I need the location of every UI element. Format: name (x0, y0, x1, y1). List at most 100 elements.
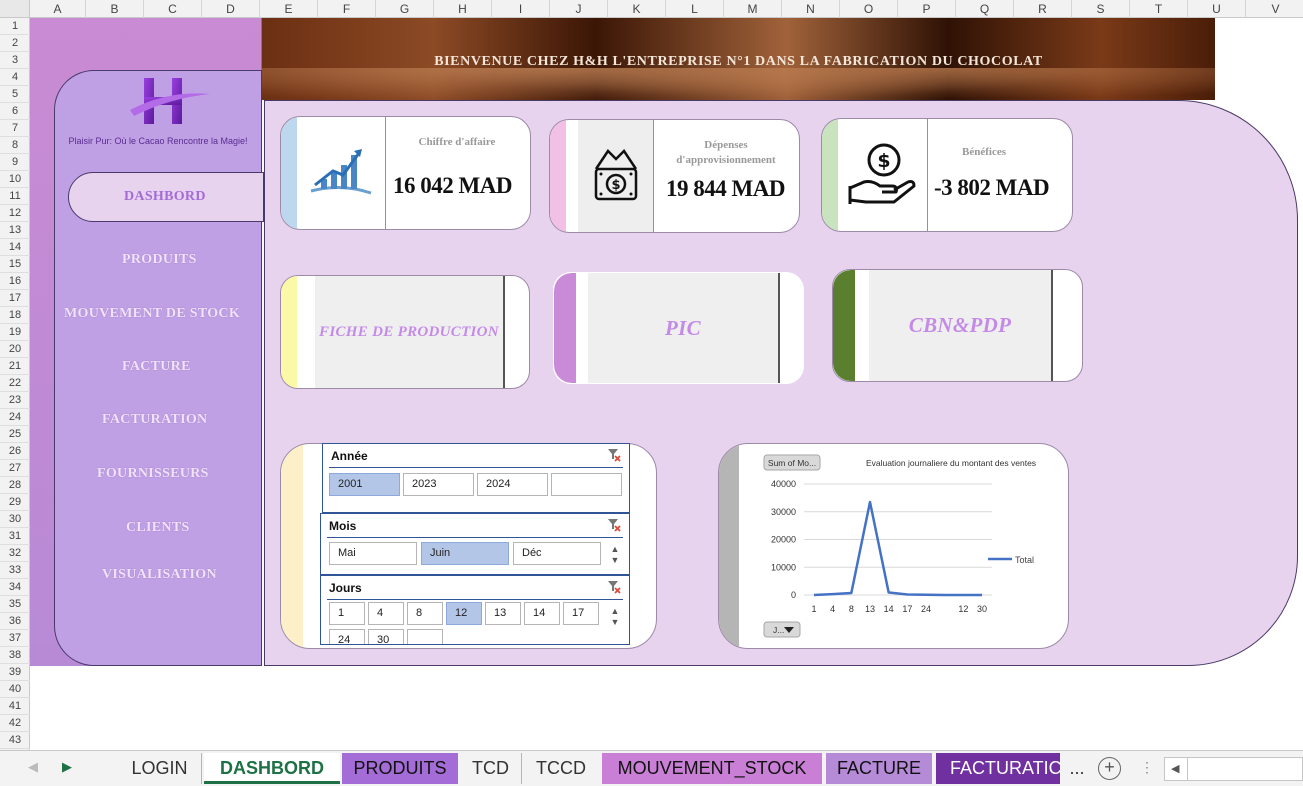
nav-dashbord[interactable]: DASHBORD (124, 189, 206, 205)
row-header[interactable]: 4 (0, 69, 30, 86)
row-header[interactable]: 34 (0, 579, 30, 596)
nav-clients[interactable]: CLIENTS (126, 520, 190, 536)
row-header[interactable]: 43 (0, 732, 30, 749)
slicer-item-day[interactable]: 1 (329, 602, 365, 625)
row-header[interactable]: 32 (0, 545, 30, 562)
row-header[interactable]: 38 (0, 647, 30, 664)
row-header[interactable]: 5 (0, 86, 30, 103)
horizontal-scrollbar[interactable]: ◀ (1164, 757, 1303, 781)
row-header[interactable]: 19 (0, 324, 30, 341)
row-header[interactable]: 12 (0, 205, 30, 222)
slicer-item-day[interactable] (407, 629, 443, 644)
clear-filter-icon[interactable] (607, 518, 621, 532)
select-all-corner[interactable] (0, 0, 30, 18)
column-header[interactable]: F (318, 0, 376, 18)
column-header[interactable]: J (550, 0, 608, 18)
tab-facture[interactable]: FACTURE (826, 753, 932, 784)
slicer-item-day[interactable]: 30 (368, 629, 404, 644)
tab-dashbord[interactable]: DASHBORD (204, 753, 340, 784)
row-header[interactable]: 18 (0, 307, 30, 324)
column-header[interactable]: I (492, 0, 550, 18)
more-tabs-button[interactable]: ... (1064, 753, 1090, 784)
slicer-item-day[interactable]: 13 (485, 602, 521, 625)
column-header[interactable]: V (1246, 0, 1303, 18)
row-header[interactable]: 39 (0, 664, 30, 681)
tab-mouvement-stock[interactable]: MOUVEMENT_STOCK (602, 753, 822, 784)
row-header[interactable]: 36 (0, 613, 30, 630)
clear-filter-icon[interactable] (607, 448, 621, 462)
nav-facture[interactable]: FACTURE (122, 359, 191, 375)
jours-slicer[interactable]: Jours 1 4 8 12 13 14 17 24 30 ▲ ▼ (320, 575, 630, 645)
column-header[interactable]: B (86, 0, 144, 18)
row-header[interactable]: 11 (0, 188, 30, 205)
tab-login[interactable]: LOGIN (118, 753, 202, 784)
slicer-item-2001[interactable]: 2001 (329, 473, 400, 496)
pic-button[interactable]: PIC (553, 272, 804, 384)
row-header[interactable]: 25 (0, 426, 30, 443)
add-sheet-icon[interactable]: + (1098, 757, 1121, 780)
row-header[interactable]: 22 (0, 375, 30, 392)
slicer-item-day[interactable]: 4 (368, 602, 404, 625)
slicer-item-mai[interactable]: Mai (329, 542, 417, 565)
clear-filter-icon[interactable] (607, 580, 621, 594)
row-header[interactable]: 14 (0, 239, 30, 256)
column-header[interactable]: D (202, 0, 260, 18)
tab-produits[interactable]: PRODUITS (342, 753, 458, 784)
nav-mouvement-de-stock[interactable]: MOUVEMENT DE STOCK (64, 306, 240, 322)
row-header[interactable]: 26 (0, 443, 30, 460)
row-header[interactable]: 28 (0, 477, 30, 494)
prev-sheet-arrow-icon[interactable]: ◀ (28, 759, 38, 775)
slicer-item-day[interactable]: 17 (563, 602, 599, 625)
row-header[interactable]: 10 (0, 171, 30, 188)
tab-tcd[interactable]: TCD (460, 753, 522, 784)
nav-produits[interactable]: PRODUITS (122, 252, 197, 268)
row-header[interactable]: 35 (0, 596, 30, 613)
annee-slicer[interactable]: Année 2001 2023 2024 (322, 443, 630, 513)
row-header[interactable]: 29 (0, 494, 30, 511)
column-header[interactable]: L (666, 0, 724, 18)
column-header[interactable]: R (1014, 0, 1072, 18)
row-header[interactable]: 42 (0, 715, 30, 732)
slicer-item-day[interactable]: 24 (329, 629, 365, 644)
row-header[interactable]: 9 (0, 154, 30, 171)
cbn-pdp-button[interactable]: CBN&PDP (832, 269, 1083, 382)
slicer-scroll-arrows[interactable]: ▲ ▼ (609, 544, 621, 566)
column-header[interactable]: A (30, 0, 86, 18)
row-header[interactable]: 17 (0, 290, 30, 307)
column-header[interactable]: P (898, 0, 956, 18)
row-header[interactable]: 6 (0, 103, 30, 120)
row-header[interactable]: 21 (0, 358, 30, 375)
nav-visualisation[interactable]: VISUALISATION (102, 567, 217, 583)
column-header[interactable]: T (1130, 0, 1188, 18)
column-header[interactable]: E (260, 0, 318, 18)
nav-fournisseurs[interactable]: FOURNISSEURS (97, 466, 209, 482)
slicer-item-dec[interactable]: Déc (513, 542, 601, 565)
column-header[interactable]: O (840, 0, 898, 18)
fiche-de-production-button[interactable]: FICHE DE PRODUCTION (280, 275, 530, 389)
sales-line-chart[interactable]: 010000200003000040000 1 4 8 13 14 17 24 12 30 Su… (718, 443, 1069, 649)
slicer-item-2024[interactable]: 2024 (477, 473, 548, 496)
column-header[interactable]: M (724, 0, 782, 18)
tab-tccd[interactable]: TCCD (524, 753, 598, 784)
row-header[interactable]: 31 (0, 528, 30, 545)
slicer-item-day[interactable]: 8 (407, 602, 443, 625)
slicer-scroll-arrows[interactable]: ▲ ▼ (609, 606, 621, 628)
row-header[interactable]: 20 (0, 341, 30, 358)
row-header[interactable]: 24 (0, 409, 30, 426)
column-header[interactable]: N (782, 0, 840, 18)
column-header[interactable]: S (1072, 0, 1130, 18)
column-header[interactable]: C (144, 0, 202, 18)
column-header[interactable]: K (608, 0, 666, 18)
tab-facturation[interactable]: FACTURATIC (936, 753, 1060, 784)
row-header[interactable]: 40 (0, 681, 30, 698)
nav-facturation[interactable]: FACTURATION (102, 412, 207, 428)
row-header[interactable]: 23 (0, 392, 30, 409)
mois-slicer[interactable]: Mois Mai Juin Déc ▲ ▼ (320, 513, 630, 575)
slicer-item-empty[interactable] (551, 473, 622, 496)
row-header[interactable]: 1 (0, 18, 30, 35)
slicer-item-day[interactable]: 12 (446, 602, 482, 625)
row-header[interactable]: 41 (0, 698, 30, 715)
row-header[interactable]: 3 (0, 52, 30, 69)
row-header[interactable]: 30 (0, 511, 30, 528)
row-header[interactable]: 7 (0, 120, 30, 137)
